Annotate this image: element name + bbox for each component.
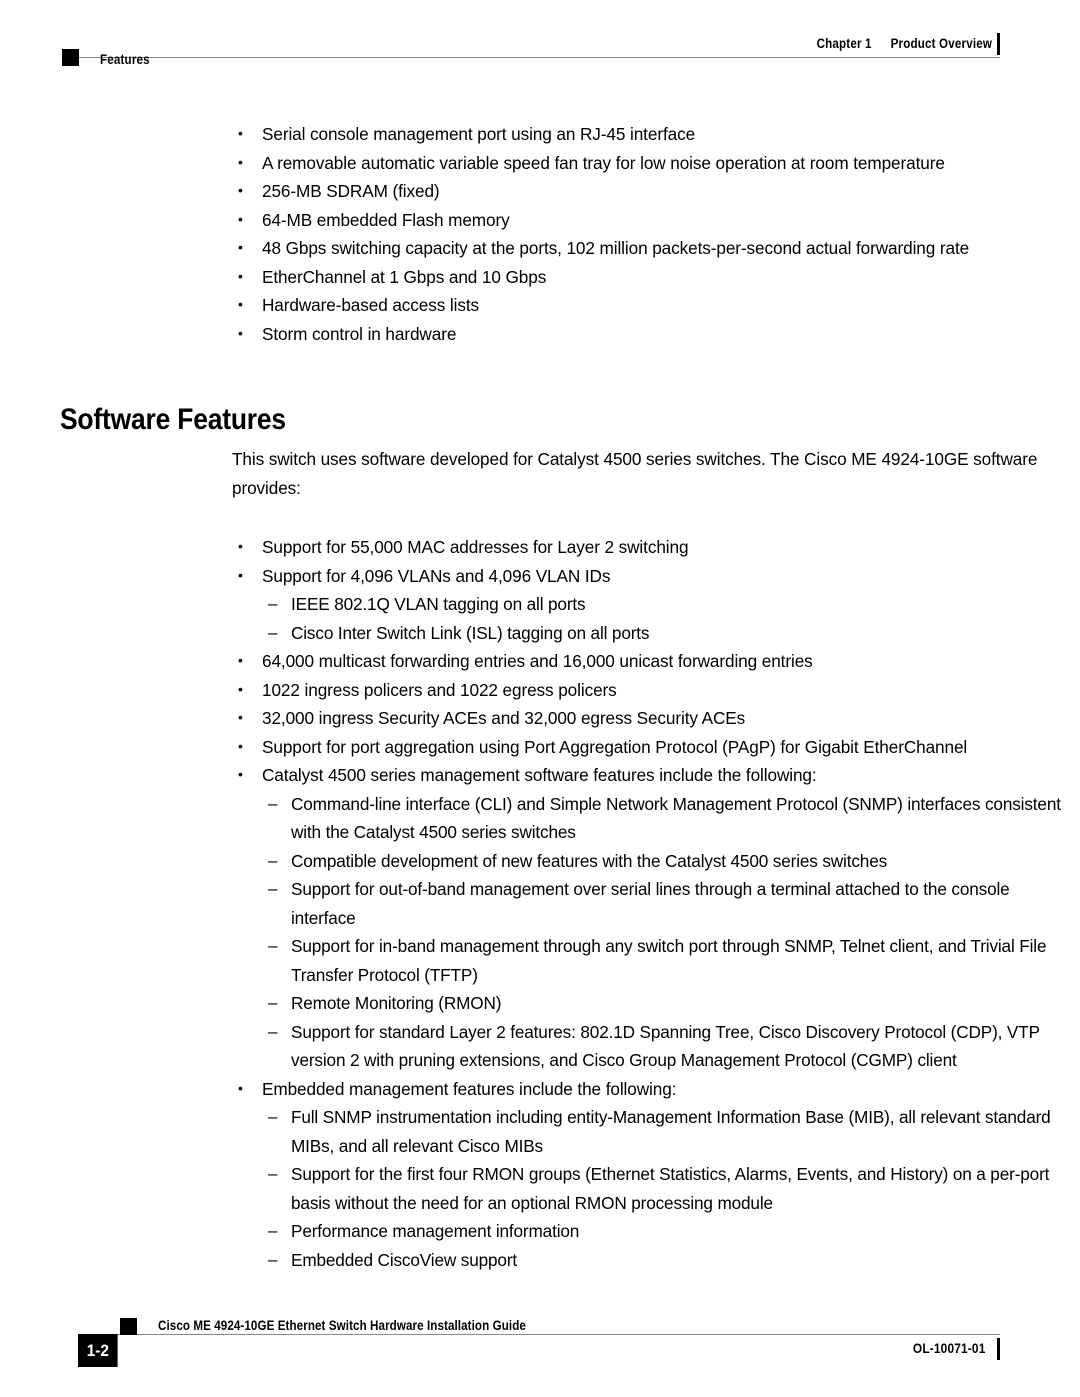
list-item: Catalyst 4500 series management software… — [238, 760, 1040, 790]
software-intro-paragraph: This switch uses software developed for … — [232, 449, 1038, 499]
list-item: 256-MB SDRAM (fixed) — [238, 176, 1040, 206]
list-item: Compatible development of new features w… — [268, 847, 1062, 876]
list-item: 32,000 ingress Security ACEs and 32,000 … — [238, 703, 1040, 733]
list-item: Support for 55,000 MAC addresses for Lay… — [238, 532, 1040, 562]
footer-divider — [78, 1334, 1000, 1335]
list-item: Hardware-based access lists — [238, 290, 1040, 320]
footer-document-id: OL-10071-01 — [912, 1341, 985, 1356]
list-item: Remote Monitoring (RMON) — [268, 989, 1062, 1018]
list-item: A removable automatic variable speed fan… — [238, 148, 1040, 178]
list-item: Support for 4,096 VLANs and 4,096 VLAN I… — [238, 561, 1040, 591]
page-number-badge: 1-2 — [78, 1334, 118, 1367]
list-item: Cisco Inter Switch Link (ISL) tagging on… — [268, 619, 1062, 648]
page-title: Software Features — [60, 403, 286, 436]
footer-guide-title: Cisco ME 4924-10GE Ethernet Switch Hardw… — [158, 1318, 526, 1333]
list-item: Support for out-of-band management over … — [268, 875, 1062, 932]
header-edge-tick-icon — [997, 33, 1000, 55]
list-item: Performance management information — [268, 1217, 1062, 1246]
list-item: Support for standard Layer 2 features: 8… — [268, 1018, 1062, 1075]
page-header: Chapter 1 Product Overview Features — [0, 0, 1080, 90]
list-item: EtherChannel at 1 Gbps and 10 Gbps — [238, 262, 1040, 292]
page-footer: Cisco ME 4924-10GE Ethernet Switch Hardw… — [0, 1287, 1080, 1397]
list-item: Embedded CiscoView support — [268, 1246, 1062, 1275]
list-item: Support for the first four RMON groups (… — [268, 1160, 1062, 1217]
header-chapter-number: Chapter 1 — [816, 36, 872, 51]
header-marker-square-icon — [62, 49, 79, 66]
list-item: Support for in-band management through a… — [268, 932, 1062, 989]
header-section-name: Features — [100, 52, 150, 67]
list-item: 64,000 multicast forwarding entries and … — [238, 646, 1040, 676]
list-item: 64-MB embedded Flash memory — [238, 205, 1040, 235]
list-item: Command-line interface (CLI) and Simple … — [268, 790, 1062, 847]
list-item: Storm control in hardware — [238, 319, 1040, 349]
list-item: IEEE 802.1Q VLAN tagging on all ports — [268, 590, 1062, 619]
header-divider — [62, 57, 1000, 58]
software-features-list: Support for 55,000 MAC addresses for Lay… — [0, 532, 1080, 1275]
list-item: Serial console management port using an … — [238, 119, 1040, 149]
footer-marker-square-icon — [120, 1318, 137, 1335]
list-item: Full SNMP instrumentation including enti… — [268, 1103, 1062, 1160]
page-content: Serial console management port using an … — [0, 119, 1080, 1275]
list-item: Support for port aggregation using Port … — [238, 732, 1040, 762]
document-page: Chapter 1 Product Overview Features Seria… — [0, 0, 1080, 1397]
list-item: 1022 ingress policers and 1022 egress po… — [238, 675, 1040, 705]
list-item: Embedded management features include the… — [238, 1074, 1040, 1104]
hardware-features-list: Serial console management port using an … — [0, 119, 1080, 349]
footer-edge-tick-icon — [997, 1338, 1000, 1360]
header-chapter-title: Product Overview — [890, 36, 992, 51]
header-chapter-info: Chapter 1 Product Overview — [816, 36, 992, 51]
list-item: 48 Gbps switching capacity at the ports,… — [238, 233, 1040, 263]
